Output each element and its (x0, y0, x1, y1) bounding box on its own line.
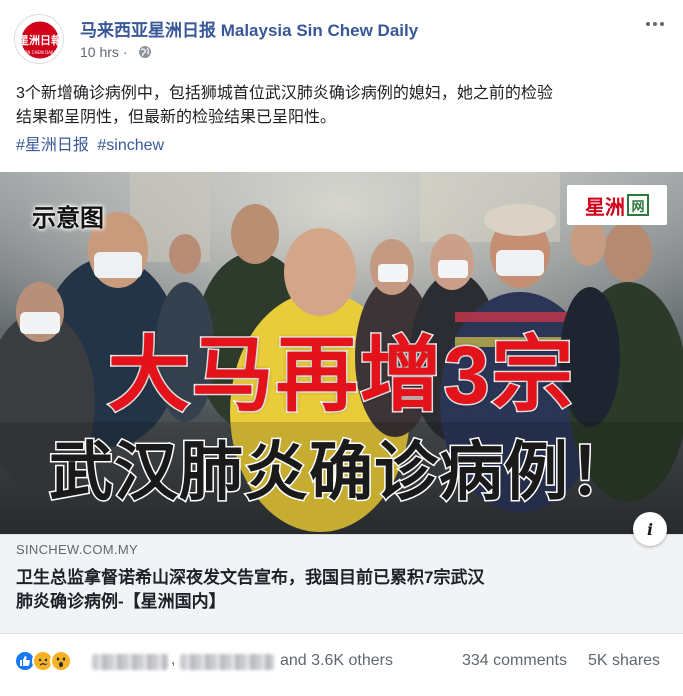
wow-reaction-icon (50, 650, 72, 672)
reactor-separator: , (171, 651, 176, 668)
image-headline-sub: 武汉肺炎确诊病例！ (48, 436, 635, 508)
blurred-reactor-name-2[interactable] (180, 654, 274, 670)
post-timestamp[interactable]: 10 hrs (80, 44, 119, 60)
svg-text:星洲日報: 星洲日報 (18, 33, 63, 47)
sinchew-net-watermark: 星洲 网 (567, 185, 667, 225)
post-meta: 10 hrs · (80, 44, 152, 60)
image-headline-main: 大马再增3宗 (106, 330, 576, 421)
comments-count[interactable]: 334 comments (462, 652, 567, 670)
post-message-line-2: 结果都呈阴性，但最新的检验结果已呈阳性。 (16, 109, 337, 126)
hashtag-list: #星洲日报 #sinchew (16, 134, 168, 158)
link-title[interactable]: 卫生总监拿督诺希山深夜发文告宣布，我国目前已累积7宗武汉 肺炎确诊病例-【星洲国… (16, 566, 666, 614)
more-options-icon[interactable] (641, 14, 669, 34)
watermark-brand-mark: 网 (627, 194, 649, 216)
sin-chew-logo: 星洲日報 SIN CHEW DAILY (17, 17, 63, 63)
post-header: 星洲日報 SIN CHEW DAILY 马来西亚星洲日报 Malaysia Si… (0, 0, 683, 76)
link-domain: SINCHEW.COM.MY (16, 542, 138, 557)
page-avatar[interactable]: 星洲日報 SIN CHEW DAILY (14, 14, 64, 64)
post-message-line-1: 3个新增确诊病例中，包括狮城首位武汉肺炎确诊病例的媳妇，她之前的检验 (16, 85, 553, 102)
post-message: 3个新增确诊病例中，包括狮城首位武汉肺炎确诊病例的媳妇，她之前的检验 结果都呈阴… (16, 82, 666, 130)
illustration-tag: 示意图 (32, 205, 104, 232)
meta-separator: · (122, 44, 128, 60)
svg-text:SIN CHEW DAILY: SIN CHEW DAILY (24, 50, 57, 55)
hashtag-sinchew-daily[interactable]: #星洲日报 (16, 137, 89, 154)
shares-count[interactable]: 5K shares (588, 652, 660, 670)
page-name-link[interactable]: 马来西亚星洲日报 Malaysia Sin Chew Daily (80, 16, 418, 41)
reaction-icons[interactable] (14, 650, 72, 672)
blurred-reactor-name-1[interactable] (92, 654, 168, 670)
hashtag-sinchew[interactable]: #sinchew (97, 137, 164, 154)
reaction-others-count[interactable]: and 3.6K others (280, 652, 393, 670)
link-title-line-2: 肺炎确诊病例-【星洲国内】 (16, 592, 226, 611)
info-icon[interactable]: i (633, 512, 667, 546)
engagement-bar: , and 3.6K others 334 comments 5K shares (0, 642, 683, 682)
watermark-brand-text: 星洲 (585, 196, 625, 219)
link-title-line-1: 卫生总监拿督诺希山深夜发文告宣布，我国目前已累积7宗武汉 (16, 568, 485, 587)
globe-icon[interactable] (138, 45, 152, 59)
